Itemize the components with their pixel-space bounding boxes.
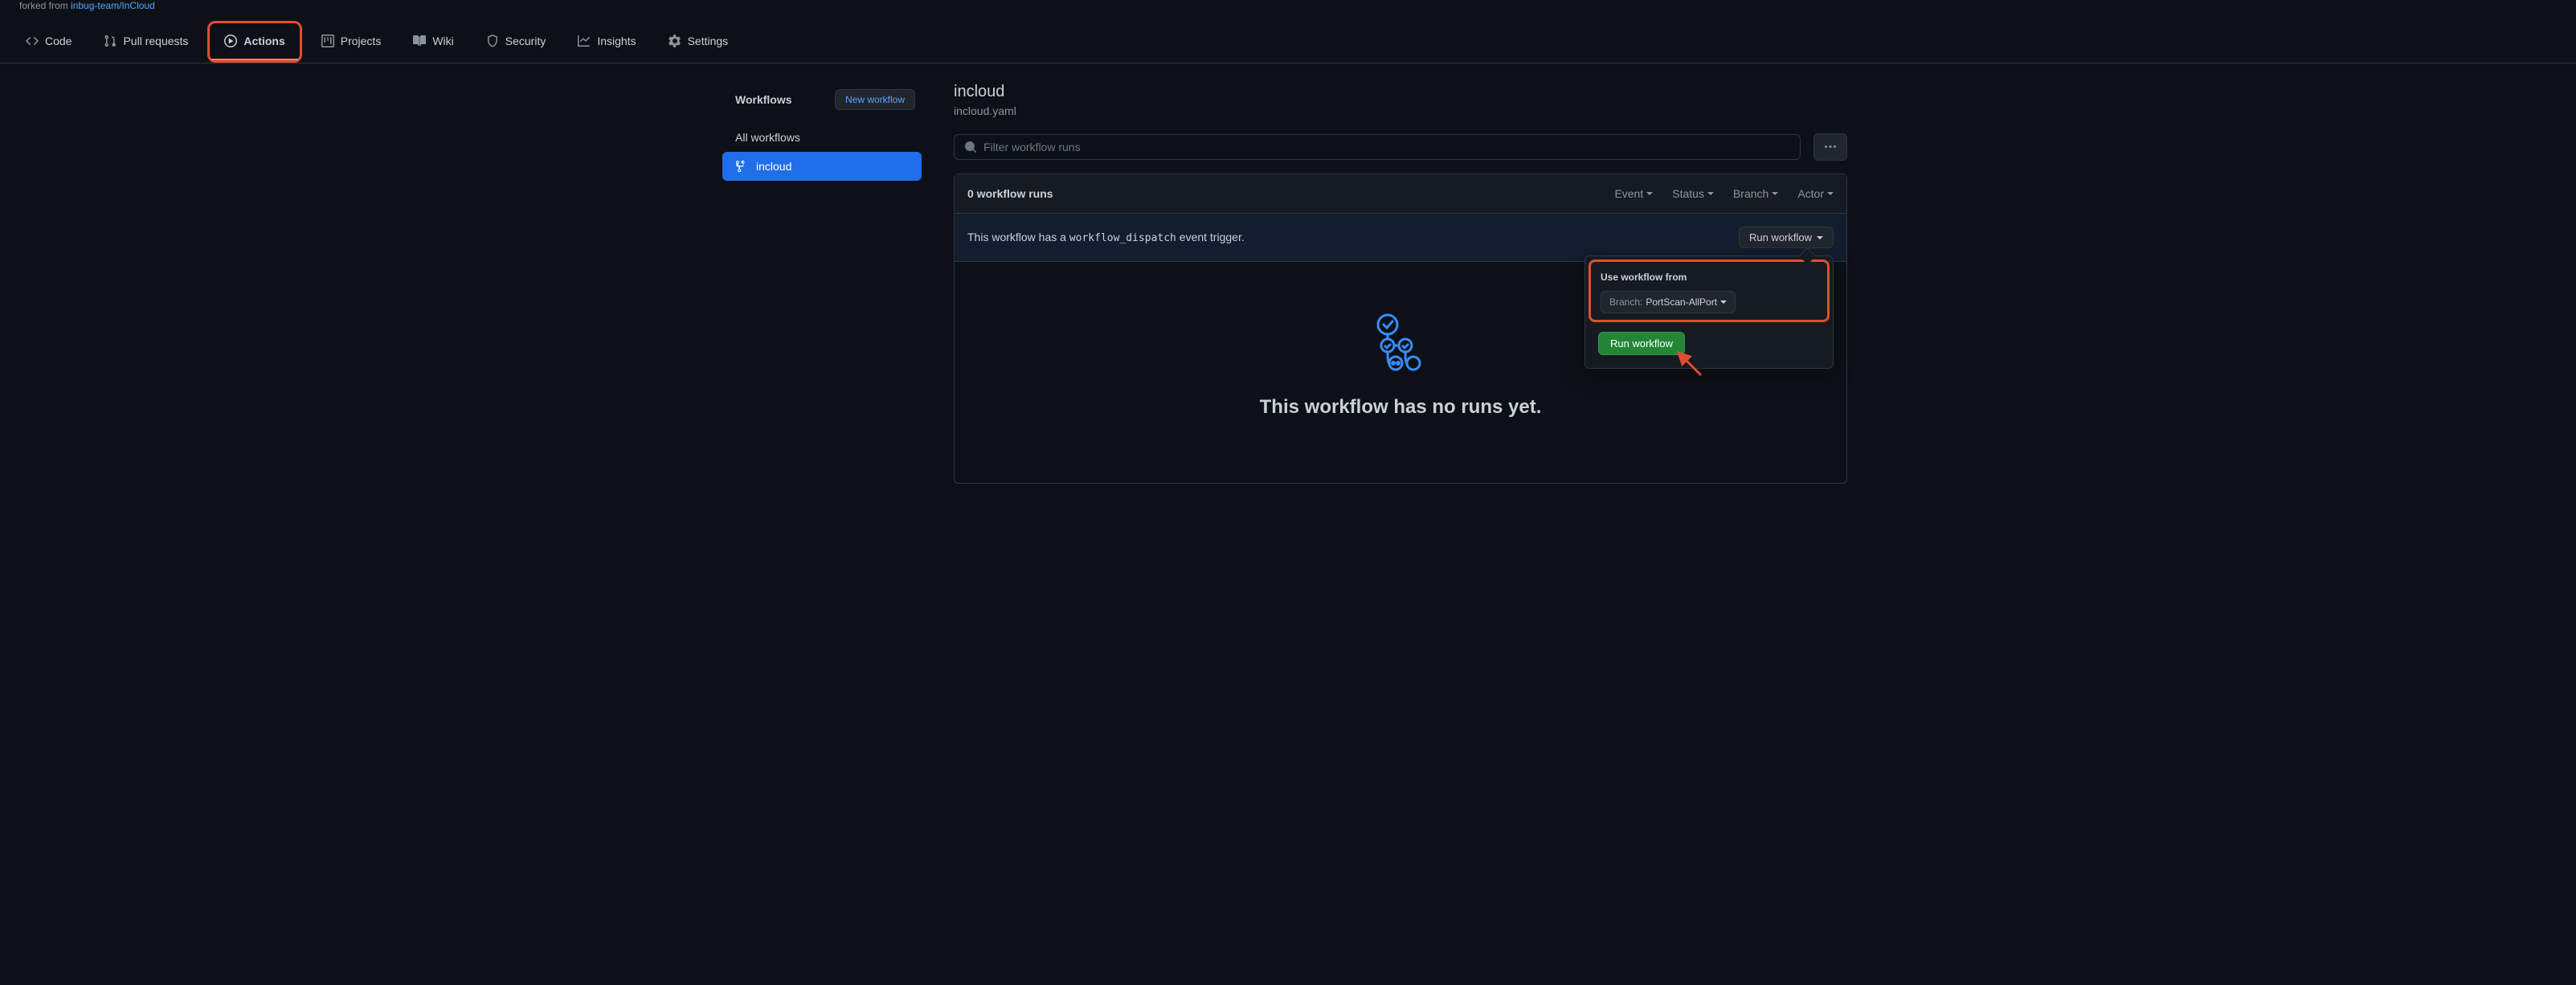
caret-down-icon <box>1720 300 1727 304</box>
workflow-empty-icon <box>1368 310 1433 374</box>
caret-down-icon <box>1646 192 1653 195</box>
sidebar-title: Workflows <box>735 93 792 106</box>
search-box[interactable] <box>954 134 1801 160</box>
git-pull-request-icon <box>104 35 117 47</box>
workflows-sidebar: Workflows New workflow All workflows inc… <box>709 83 934 484</box>
nav-projects-label: Projects <box>341 35 382 47</box>
nav-wiki-label: Wiki <box>432 35 453 47</box>
sidebar-item-incloud[interactable]: incloud <box>722 152 922 181</box>
page-layout: Workflows New workflow All workflows inc… <box>709 63 1867 503</box>
sidebar-all-workflows[interactable]: All workflows <box>722 123 922 152</box>
branch-prefix: Branch: <box>1609 296 1642 308</box>
sidebar-item-label: incloud <box>756 160 791 173</box>
caret-down-icon <box>1707 192 1714 195</box>
graph-icon <box>578 35 591 47</box>
new-workflow-button[interactable]: New workflow <box>835 89 915 110</box>
fork-source-link[interactable]: inbug-team/InCloud <box>71 0 155 11</box>
more-options-button[interactable] <box>1813 133 1847 161</box>
filter-status[interactable]: Status <box>1672 187 1714 200</box>
page-subtitle: incloud.yaml <box>954 104 1847 117</box>
nav-pull-requests[interactable]: Pull requests <box>91 23 201 60</box>
actions-highlight: Actions <box>207 21 301 63</box>
book-icon <box>413 35 426 47</box>
dispatch-text: This workflow has a workflow_dispatch ev… <box>967 231 1245 244</box>
main-content: incloud incloud.yaml 0 workflow runs Eve… <box>934 83 1867 484</box>
popover-actions: Run workflow <box>1585 325 1833 368</box>
caret-down-icon <box>1817 236 1823 239</box>
branch-select[interactable]: Branch: PortScan-AllPort <box>1601 291 1736 313</box>
forked-prefix: forked from <box>19 0 71 11</box>
filter-branch[interactable]: Branch <box>1733 187 1778 200</box>
nav-projects[interactable]: Projects <box>309 23 395 60</box>
empty-state-title: This workflow has no runs yet. <box>971 396 1830 419</box>
caret-down-icon <box>1827 192 1834 195</box>
sidebar-header: Workflows New workflow <box>722 83 922 123</box>
run-workflow-submit-button[interactable]: Run workflow <box>1598 332 1685 355</box>
run-workflow-dropdown-button[interactable]: Run workflow <box>1739 227 1834 248</box>
runs-count: 0 workflow runs <box>967 187 1053 200</box>
shield-icon <box>486 35 499 47</box>
repo-nav: Code Pull requests Actions Projects Wiki… <box>0 21 2576 63</box>
code-icon <box>26 35 39 47</box>
popover-highlight: Use workflow from Branch: PortScan-AllPo… <box>1589 260 1830 322</box>
nav-security-label: Security <box>505 35 546 47</box>
workflow-icon <box>735 160 748 173</box>
nav-code[interactable]: Code <box>13 23 84 60</box>
filter-actor[interactable]: Actor <box>1797 187 1834 200</box>
branch-value: PortScan-AllPort <box>1646 296 1717 308</box>
nav-security[interactable]: Security <box>473 23 559 60</box>
play-circle-icon <box>224 35 237 47</box>
runs-filters: Event Status Branch Actor <box>1614 187 1834 200</box>
kebab-icon <box>1824 141 1837 153</box>
nav-settings[interactable]: Settings <box>656 23 742 60</box>
search-icon <box>964 141 977 153</box>
nav-insights-label: Insights <box>597 35 636 47</box>
nav-actions-label: Actions <box>243 35 284 47</box>
caret-down-icon <box>1772 192 1778 195</box>
runs-header: 0 workflow runs Event Status Branch Acto… <box>955 174 1846 214</box>
gear-icon <box>669 35 681 47</box>
filter-event[interactable]: Event <box>1614 187 1653 200</box>
forked-from-line: forked from inbug-team/InCloud <box>0 0 2576 21</box>
nav-insights[interactable]: Insights <box>565 23 648 60</box>
dispatch-banner: This workflow has a workflow_dispatch ev… <box>955 214 1846 262</box>
sidebar-all-label: All workflows <box>735 131 800 144</box>
run-workflow-popover: Use workflow from Branch: PortScan-AllPo… <box>1584 255 1834 369</box>
project-icon <box>321 35 334 47</box>
toolbar <box>954 133 1847 161</box>
nav-actions[interactable]: Actions <box>211 23 297 60</box>
nav-pulls-label: Pull requests <box>123 35 188 47</box>
nav-code-label: Code <box>45 35 72 47</box>
nav-settings-label: Settings <box>688 35 729 47</box>
popover-use-from-label: Use workflow from <box>1601 272 1818 283</box>
runs-container: 0 workflow runs Event Status Branch Acto… <box>954 174 1847 484</box>
page-title: incloud <box>954 83 1847 101</box>
nav-wiki[interactable]: Wiki <box>400 23 466 60</box>
search-input[interactable] <box>983 141 1790 153</box>
